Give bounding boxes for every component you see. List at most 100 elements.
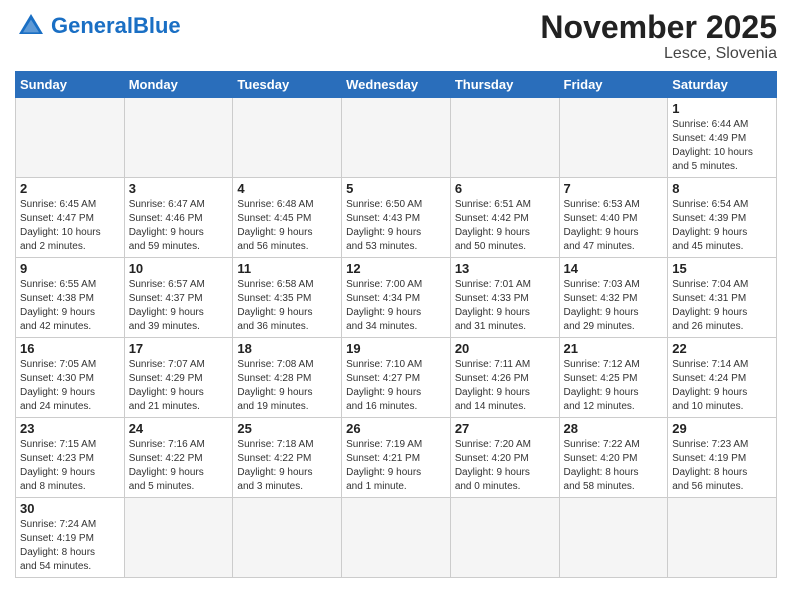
calendar-cell: 7 Sunrise: 6:53 AM Sunset: 4:40 PM Daylig… (559, 178, 668, 258)
calendar-cell (559, 498, 668, 578)
day-number: 24 (129, 421, 229, 436)
day-info: Sunrise: 7:05 AM Sunset: 4:30 PM Dayligh… (20, 358, 120, 414)
day-info: Sunrise: 7:07 AM Sunset: 4:29 PM Dayligh… (129, 358, 229, 414)
logo-blue: Blue (133, 13, 181, 38)
calendar-week-row: 30 Sunrise: 7:24 AM Sunset: 4:19 PM Dayli… (16, 498, 777, 578)
calendar-week-row: 16 Sunrise: 7:05 AM Sunset: 4:30 PM Dayli… (16, 338, 777, 418)
calendar-cell: 22Sunrise: 7:14 AM Sunset: 4:24 PM Dayli… (668, 338, 777, 418)
calendar-cell (233, 498, 342, 578)
day-info: Sunrise: 6:55 AM Sunset: 4:38 PM Dayligh… (20, 278, 120, 334)
day-info: Sunrise: 7:24 AM Sunset: 4:19 PM Dayligh… (20, 518, 120, 574)
calendar-week-row: 9 Sunrise: 6:55 AM Sunset: 4:38 PM Daylig… (16, 258, 777, 338)
calendar-cell: 1Sunrise: 6:44 AM Sunset: 4:49 PM Daylig… (668, 98, 777, 178)
day-number: 3 (129, 181, 229, 196)
calendar-cell (342, 98, 451, 178)
calendar-header-tuesday: Tuesday (233, 72, 342, 98)
logo: GeneralBlue (15, 10, 181, 42)
day-info: Sunrise: 6:50 AM Sunset: 4:43 PM Dayligh… (346, 198, 446, 254)
day-info: Sunrise: 7:14 AM Sunset: 4:24 PM Dayligh… (672, 358, 772, 414)
calendar-week-row: 1Sunrise: 6:44 AM Sunset: 4:49 PM Daylig… (16, 98, 777, 178)
day-info: Sunrise: 7:11 AM Sunset: 4:26 PM Dayligh… (455, 358, 555, 414)
day-info: Sunrise: 7:03 AM Sunset: 4:32 PM Dayligh… (564, 278, 664, 334)
calendar-cell: 5 Sunrise: 6:50 AM Sunset: 4:43 PM Daylig… (342, 178, 451, 258)
calendar-cell: 29 Sunrise: 7:23 AM Sunset: 4:19 PM Dayli… (668, 418, 777, 498)
calendar-cell: 11 Sunrise: 6:58 AM Sunset: 4:35 PM Dayli… (233, 258, 342, 338)
day-info: Sunrise: 6:58 AM Sunset: 4:35 PM Dayligh… (237, 278, 337, 334)
day-info: Sunrise: 7:00 AM Sunset: 4:34 PM Dayligh… (346, 278, 446, 334)
calendar-cell (668, 498, 777, 578)
day-number: 9 (20, 261, 120, 276)
day-info: Sunrise: 6:57 AM Sunset: 4:37 PM Dayligh… (129, 278, 229, 334)
day-info: Sunrise: 7:08 AM Sunset: 4:28 PM Dayligh… (237, 358, 337, 414)
calendar-cell: 20 Sunrise: 7:11 AM Sunset: 4:26 PM Dayli… (450, 338, 559, 418)
calendar-cell: 6 Sunrise: 6:51 AM Sunset: 4:42 PM Daylig… (450, 178, 559, 258)
day-number: 17 (129, 341, 229, 356)
day-info: Sunrise: 7:20 AM Sunset: 4:20 PM Dayligh… (455, 438, 555, 494)
day-number: 29 (672, 421, 772, 436)
day-number: 5 (346, 181, 446, 196)
calendar-cell: 13 Sunrise: 7:01 AM Sunset: 4:33 PM Dayli… (450, 258, 559, 338)
day-number: 19 (346, 341, 446, 356)
calendar-cell (124, 98, 233, 178)
calendar-cell: 28Sunrise: 7:22 AM Sunset: 4:20 PM Dayli… (559, 418, 668, 498)
day-info: Sunrise: 7:10 AM Sunset: 4:27 PM Dayligh… (346, 358, 446, 414)
calendar-cell: 2 Sunrise: 6:45 AM Sunset: 4:47 PM Daylig… (16, 178, 125, 258)
calendar-week-row: 2 Sunrise: 6:45 AM Sunset: 4:47 PM Daylig… (16, 178, 777, 258)
header: GeneralBlue November 2025 Lesce, Sloveni… (15, 10, 777, 63)
day-number: 16 (20, 341, 120, 356)
calendar-cell: 30 Sunrise: 7:24 AM Sunset: 4:19 PM Dayli… (16, 498, 125, 578)
day-info: Sunrise: 7:16 AM Sunset: 4:22 PM Dayligh… (129, 438, 229, 494)
day-number: 18 (237, 341, 337, 356)
day-info: Sunrise: 7:15 AM Sunset: 4:23 PM Dayligh… (20, 438, 120, 494)
calendar-cell: 16 Sunrise: 7:05 AM Sunset: 4:30 PM Dayli… (16, 338, 125, 418)
calendar-cell: 10 Sunrise: 6:57 AM Sunset: 4:37 PM Dayli… (124, 258, 233, 338)
calendar-cell (342, 498, 451, 578)
day-number: 10 (129, 261, 229, 276)
day-info: Sunrise: 6:51 AM Sunset: 4:42 PM Dayligh… (455, 198, 555, 254)
day-number: 8 (672, 181, 772, 196)
day-number: 6 (455, 181, 555, 196)
calendar-cell (124, 498, 233, 578)
day-number: 30 (20, 501, 120, 516)
calendar-header-friday: Friday (559, 72, 668, 98)
day-number: 4 (237, 181, 337, 196)
calendar-cell: 21Sunrise: 7:12 AM Sunset: 4:25 PM Dayli… (559, 338, 668, 418)
day-info: Sunrise: 6:54 AM Sunset: 4:39 PM Dayligh… (672, 198, 772, 254)
location: Lesce, Slovenia (540, 45, 777, 63)
day-number: 20 (455, 341, 555, 356)
day-number: 26 (346, 421, 446, 436)
calendar-cell: 27 Sunrise: 7:20 AM Sunset: 4:20 PM Dayli… (450, 418, 559, 498)
day-info: Sunrise: 6:45 AM Sunset: 4:47 PM Dayligh… (20, 198, 120, 254)
logo-icon (15, 10, 47, 42)
calendar-cell: 17 Sunrise: 7:07 AM Sunset: 4:29 PM Dayli… (124, 338, 233, 418)
calendar-cell (559, 98, 668, 178)
calendar-cell (450, 498, 559, 578)
day-number: 1 (672, 101, 772, 116)
calendar-cell (16, 98, 125, 178)
day-number: 2 (20, 181, 120, 196)
calendar-cell: 12Sunrise: 7:00 AM Sunset: 4:34 PM Dayli… (342, 258, 451, 338)
title-block: November 2025 Lesce, Slovenia (540, 10, 777, 63)
calendar-cell: 24 Sunrise: 7:16 AM Sunset: 4:22 PM Dayli… (124, 418, 233, 498)
calendar-header-row: SundayMondayTuesdayWednesdayThursdayFrid… (16, 72, 777, 98)
day-info: Sunrise: 7:23 AM Sunset: 4:19 PM Dayligh… (672, 438, 772, 494)
day-number: 21 (564, 341, 664, 356)
calendar-cell: 3Sunrise: 6:47 AM Sunset: 4:46 PM Daylig… (124, 178, 233, 258)
calendar-header-monday: Monday (124, 72, 233, 98)
day-number: 14 (564, 261, 664, 276)
day-info: Sunrise: 7:18 AM Sunset: 4:22 PM Dayligh… (237, 438, 337, 494)
day-info: Sunrise: 6:53 AM Sunset: 4:40 PM Dayligh… (564, 198, 664, 254)
day-info: Sunrise: 7:01 AM Sunset: 4:33 PM Dayligh… (455, 278, 555, 334)
calendar-cell: 25 Sunrise: 7:18 AM Sunset: 4:22 PM Dayli… (233, 418, 342, 498)
day-number: 13 (455, 261, 555, 276)
calendar-header-sunday: Sunday (16, 72, 125, 98)
day-number: 11 (237, 261, 337, 276)
calendar-cell: 4Sunrise: 6:48 AM Sunset: 4:45 PM Daylig… (233, 178, 342, 258)
calendar-cell: 8 Sunrise: 6:54 AM Sunset: 4:39 PM Daylig… (668, 178, 777, 258)
day-number: 25 (237, 421, 337, 436)
calendar-cell: 26Sunrise: 7:19 AM Sunset: 4:21 PM Dayli… (342, 418, 451, 498)
day-number: 27 (455, 421, 555, 436)
calendar-cell (233, 98, 342, 178)
day-number: 7 (564, 181, 664, 196)
calendar-cell: 18 Sunrise: 7:08 AM Sunset: 4:28 PM Dayli… (233, 338, 342, 418)
